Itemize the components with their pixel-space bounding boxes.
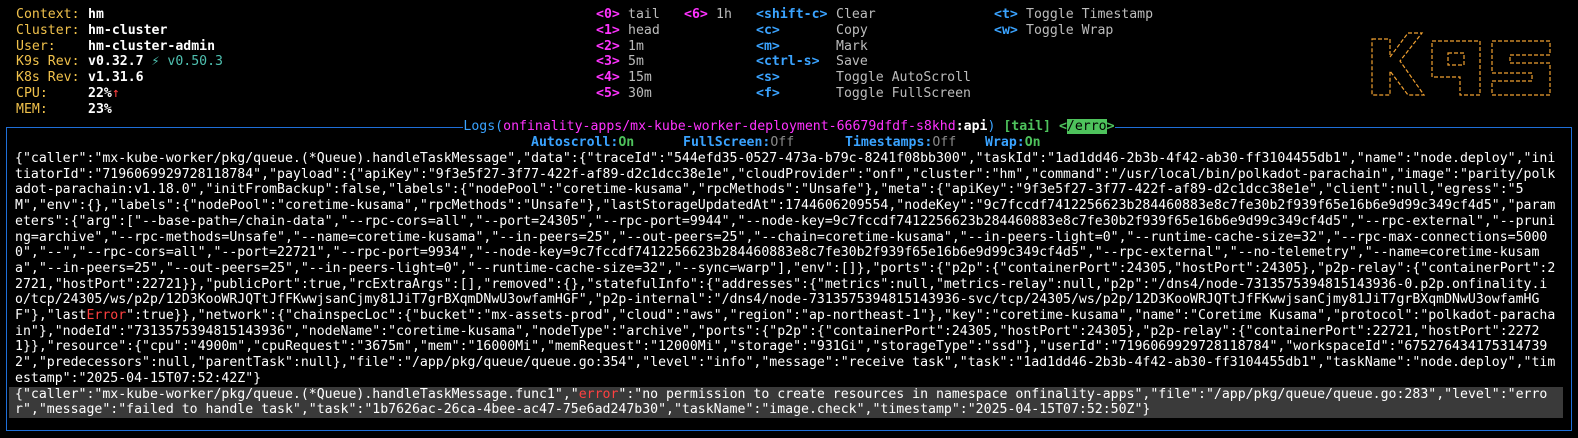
log-lines[interactable]: {"caller":"mx-kube-worker/pkg/queue.(*Qu… [9,151,1563,418]
status-autoscroll: Autoscroll:On [531,135,635,150]
info-cluster: Cluster: hm-cluster [16,22,168,38]
info-k8s-rev: K8s Rev: v1.31.6 [16,70,144,86]
hotkey-3[interactable]: <3> 5m [596,54,660,70]
header: Context: hm Cluster: hm-cluster User: hm-cl… [16,7,1578,119]
hotkey-0[interactable]: <0> tail [596,7,660,23]
hotkey-toggle-timestamp[interactable]: <t> Toggle Timestamp [994,7,1153,23]
status-timestamps: Timestamps:Off [845,135,957,150]
trend-up-icon: ↑ [111,85,120,101]
k9s-logo-icon [1371,32,1551,96]
hotkey-1[interactable]: <1> head [596,23,660,39]
hotkey-6[interactable]: <6> 1h [684,7,732,23]
k9s-update-version: ⚡ v0.50.3 [143,54,223,70]
hotkey-copy[interactable]: <c> Copy [756,23,971,39]
hotkeys-actions: <shift-c> Clear <c> Copy <m> Mark <ctrl-s> S… [756,7,971,102]
info-context: Context: hm [16,7,104,22]
status-wrap: Wrap:On [985,135,1041,150]
info-cpu: CPU: 22%↑ [16,85,120,101]
hotkeys-time-range-2: <6> 1h [684,7,732,23]
hotkey-clear[interactable]: <shift-c> Clear [756,7,971,23]
filter-input[interactable]: /erro [1066,119,1107,134]
container-name: :api [955,119,988,134]
filter-match: Error [86,308,127,324]
hotkey-toggle-wrap[interactable]: <w> Toggle Wrap [994,23,1153,39]
logs-title: Logs(onfinality-apps/mx-kube-worker-depl… [463,119,1115,134]
hotkey-save[interactable]: <ctrl-s> Save [756,54,971,70]
info-mem: MEM: 23% [16,101,112,117]
hotkey-2[interactable]: <2> 1m [596,39,660,55]
info-user: User: hm-cluster-admin [16,38,216,54]
pod-path: onfinality-apps/mx-kube-worker-deploymen… [503,119,956,134]
log-line[interactable]: {"caller":"mx-kube-worker/pkg/queue.(*Qu… [15,151,1563,387]
filter-match: error [578,386,619,402]
log-line-selected[interactable]: {"caller":"mx-kube-worker/pkg/queue.(*Qu… [9,386,1563,418]
info-k9s-rev: K9s Rev: v0.32.7 ⚡ v0.50.3 [16,54,223,70]
hotkey-mark[interactable]: <m> Mark [756,39,971,55]
logs-panel: Logs(onfinality-apps/mx-kube-worker-depl… [6,119,1572,431]
hotkey-5[interactable]: <5> 30m [596,86,660,102]
status-fullscreen: FullScreen:Off [683,135,795,150]
hotkey-4[interactable]: <4> 15m [596,70,660,86]
hotkeys-time-range: <0> tail <1> head <2> 1m <3> 5m <4> 15m <5> 30… [596,7,660,102]
hotkey-toggle-autoscroll[interactable]: <s> Toggle AutoScroll [756,70,971,86]
hotkey-toggle-fullscreen[interactable]: <f> Toggle FullScreen [756,86,971,102]
cluster-info: Context: hm Cluster: hm-cluster User: hm-cl… [16,7,223,118]
log-mode: [tail] [1003,119,1051,134]
hotkeys-toggles: <t> Toggle Timestamp <w> Toggle Wrap [994,7,1153,39]
